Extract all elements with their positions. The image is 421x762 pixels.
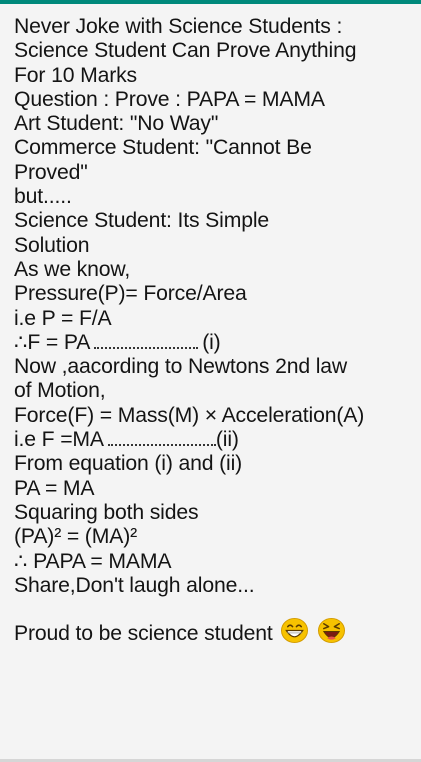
equation-ref: (i) [202, 330, 221, 354]
grinning-face-icon [281, 618, 309, 644]
text-line: Now ,aacording to Newtons 2nd law [14, 355, 348, 379]
laughing-face-icon [318, 618, 346, 644]
equation-line-i: ∴F = PA (i) [14, 331, 419, 355]
top-accent-bar [0, 0, 421, 4]
text-line: Squaring both sides [14, 500, 199, 524]
text-line: ∴ PAPA = MAMA [14, 549, 172, 573]
text-line: Never Joke with Science Students : [14, 15, 343, 38]
text-line: Science Student: Its Simple [14, 209, 270, 233]
post-image: Never Joke with Science Students : Scien… [0, 0, 421, 762]
dotted-leader [94, 343, 199, 349]
text-line: From equation (i) and (ii) [14, 452, 243, 476]
footer-line: Proud to be science student [14, 617, 419, 646]
text-line: Share,Don't laugh alone... [14, 573, 255, 597]
post-text: Never Joke with Science Students : Scien… [14, 15, 419, 646]
equation-text: i.e F =MA [14, 428, 104, 452]
text-line: Solution [14, 233, 90, 257]
footer-text: Proud to be science student [14, 622, 273, 646]
text-line: Art Student: "No Way" [14, 112, 219, 136]
text-line: Question : Prove : PAPA = MAMA [14, 87, 325, 111]
text-line: Science Student Can Prove Anything [14, 39, 357, 63]
equation-line-ii: i.e F =MA (ii) [14, 428, 419, 452]
text-line: but..... [14, 185, 72, 209]
text-line: Commerce Student: "Cannot Be [14, 136, 312, 160]
text-line: (PA)² = (MA)² [14, 525, 138, 549]
equation-text: ∴F = PA [14, 330, 91, 354]
text-line: Pressure(P)= Force/Area [14, 282, 247, 306]
text-line: For 10 Marks [14, 63, 137, 87]
text-line: i.e P = F/A [14, 306, 112, 330]
text-line: As we know, [14, 257, 131, 281]
text-line: Proved" [14, 160, 88, 184]
text-line: of Motion, [14, 379, 106, 403]
equation-ref: (ii) [215, 428, 239, 452]
text-line: PA = MA [14, 476, 95, 500]
text-line: Force(F) = Mass(M) × Acceleration(A) [14, 403, 365, 427]
dotted-leader [107, 440, 216, 447]
